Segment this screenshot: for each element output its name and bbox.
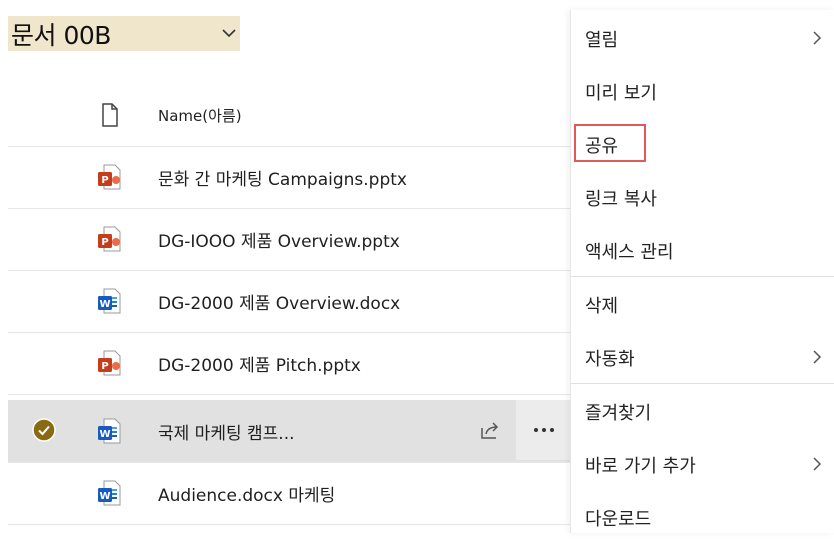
context-menu: 열림 미리 보기 공유 링크 복사 액세스 관리 삭제 자동화 즐겨찾기 바로 … <box>570 10 834 533</box>
share-icon[interactable] <box>478 418 502 442</box>
file-name[interactable]: DG-IOOO 제품 Overview.pptx <box>158 227 400 252</box>
file-name[interactable]: 문화 간 마케팅 Campaigns.pptx <box>158 165 407 190</box>
menu-divider <box>571 383 834 384</box>
file-row[interactable]: P DG-2000 제품 Pitch.pptx <box>8 332 648 395</box>
powerpoint-file-icon: P <box>98 350 121 376</box>
menu-item-label: 즐겨찾기 <box>585 402 652 424</box>
word-file-icon: W <box>98 418 121 444</box>
file-row[interactable]: W Audience.docx 마케팅 <box>8 462 648 525</box>
column-header-row: Name(아름) <box>8 84 648 147</box>
file-icon <box>102 103 118 127</box>
menu-item-label: 자동화 <box>585 348 635 370</box>
file-row[interactable]: P 문화 간 마케팅 Campaigns.pptx <box>8 146 648 209</box>
more-icon <box>534 428 554 432</box>
word-file-icon: W <box>98 480 121 506</box>
menu-item-delete[interactable]: 삭제 <box>571 278 834 331</box>
chevron-down-icon <box>222 29 236 38</box>
menu-item-label: 삭제 <box>585 295 619 317</box>
file-name[interactable]: DG-2000 제품 Pitch.pptx <box>158 351 361 376</box>
menu-divider <box>571 276 834 277</box>
checkmark-circle-icon[interactable] <box>32 418 56 442</box>
menu-item-add-shortcut[interactable]: 바로 가기 추가 <box>571 438 834 491</box>
column-name-header[interactable]: Name(아름) <box>158 105 242 126</box>
file-name[interactable]: DG-2000 제품 Overview.docx <box>158 289 400 314</box>
svg-text:W: W <box>99 299 110 310</box>
library-title: 문서 00B <box>11 20 111 50</box>
library-title-dropdown[interactable]: 문서 00B <box>8 16 240 51</box>
menu-item-automate[interactable]: 자동화 <box>571 331 834 384</box>
share-highlight-box <box>574 124 646 162</box>
chevron-right-icon <box>813 457 822 471</box>
chevron-right-icon <box>813 350 822 364</box>
menu-item-preview[interactable]: 미리 보기 <box>571 65 834 118</box>
menu-item-download[interactable]: 다운로드 <box>571 491 834 544</box>
menu-item-favorite[interactable]: 즐겨찾기 <box>571 385 834 438</box>
file-row[interactable]: P DG-IOOO 제품 Overview.pptx <box>8 208 648 271</box>
svg-text:W: W <box>99 429 110 440</box>
powerpoint-file-icon: P <box>98 164 121 190</box>
svg-text:P: P <box>101 237 108 248</box>
menu-item-label: 링크 복사 <box>585 188 657 210</box>
file-name[interactable]: 국제 마케팅 캠프... <box>158 419 295 444</box>
menu-item-manage-access[interactable]: 액세스 관리 <box>571 224 834 277</box>
menu-item-label: 미리 보기 <box>585 82 657 104</box>
svg-text:W: W <box>99 491 110 502</box>
menu-item-label: 다운로드 <box>585 508 652 530</box>
more-actions-button[interactable] <box>516 400 572 460</box>
menu-item-label: 바로 가기 추가 <box>585 455 696 477</box>
file-row-selected[interactable]: W 국제 마케팅 캠프... <box>8 400 648 463</box>
file-name[interactable]: Audience.docx 마케팅 <box>158 481 335 506</box>
powerpoint-file-icon: P <box>98 226 121 252</box>
menu-item-label: 열림 <box>585 29 619 51</box>
menu-item-label: 액세스 관리 <box>585 241 674 263</box>
svg-text:P: P <box>101 361 108 372</box>
menu-item-copy-link[interactable]: 링크 복사 <box>571 171 834 224</box>
chevron-right-icon <box>813 31 822 45</box>
file-row[interactable]: W DG-2000 제품 Overview.docx <box>8 270 648 333</box>
word-file-icon: W <box>98 288 121 314</box>
menu-item-open[interactable]: 열림 <box>571 12 834 65</box>
svg-text:P: P <box>101 175 108 186</box>
